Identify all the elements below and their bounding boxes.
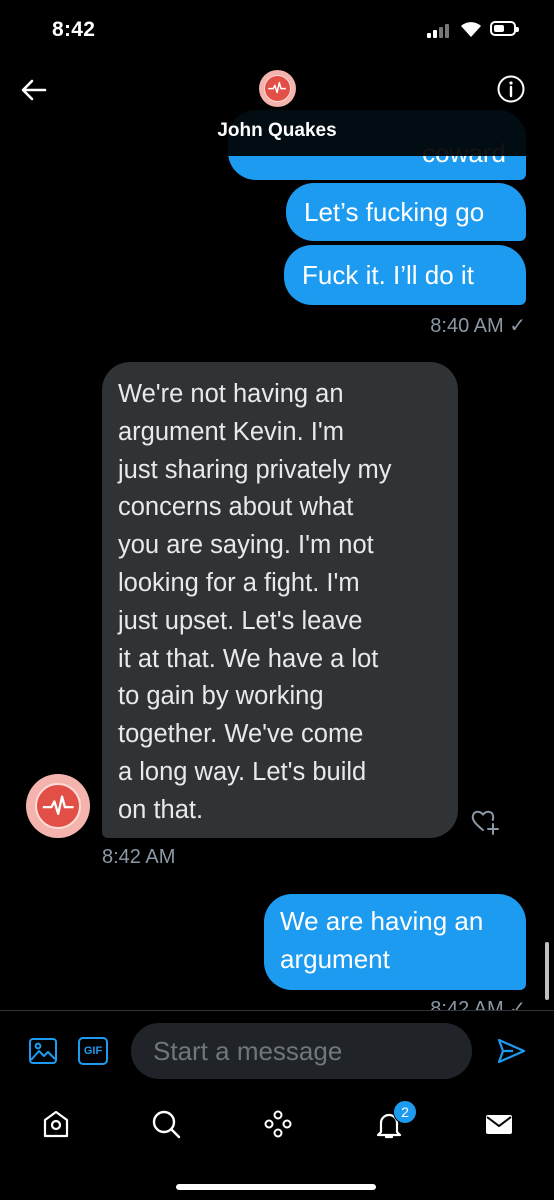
- back-arrow-icon[interactable]: [18, 74, 50, 106]
- scrollbar[interactable]: [545, 942, 549, 1000]
- message-timestamp: 8:42 AM: [102, 846, 176, 868]
- gif-button[interactable]: GIF: [78, 1037, 108, 1065]
- message-composer: GIF: [0, 1010, 554, 1091]
- communities-icon[interactable]: [262, 1108, 294, 1140]
- image-icon[interactable]: [28, 1037, 58, 1065]
- contact-avatar[interactable]: [26, 774, 90, 838]
- send-icon[interactable]: [495, 1035, 527, 1067]
- info-icon[interactable]: [496, 74, 526, 104]
- message-timestamp: 8:42 AM ✓: [430, 998, 526, 1010]
- contact-name[interactable]: John Quakes: [0, 120, 554, 142]
- message-bubble-outgoing[interactable]: We are having an argument: [264, 894, 526, 990]
- header-avatar[interactable]: [259, 70, 296, 107]
- messages-icon[interactable]: [483, 1108, 515, 1140]
- message-bubble-incoming[interactable]: We're not having an argument Kevin. I'm …: [102, 362, 458, 838]
- conversation-header: John Quakes: [0, 60, 554, 156]
- message-bubble-outgoing[interactable]: Let’s fucking go: [286, 183, 526, 241]
- add-reaction-heart-icon[interactable]: [470, 806, 500, 836]
- message-timestamp: 8:40 AM ✓: [430, 315, 526, 337]
- home-indicator[interactable]: [176, 1184, 376, 1190]
- bottom-navigation: 2: [0, 1090, 554, 1200]
- message-input[interactable]: [131, 1023, 472, 1079]
- message-bubble-outgoing[interactable]: Fuck it. I’ll do it: [284, 245, 526, 305]
- search-icon[interactable]: [150, 1108, 182, 1140]
- home-icon[interactable]: [40, 1108, 72, 1140]
- notifications-badge: 2: [393, 1100, 417, 1124]
